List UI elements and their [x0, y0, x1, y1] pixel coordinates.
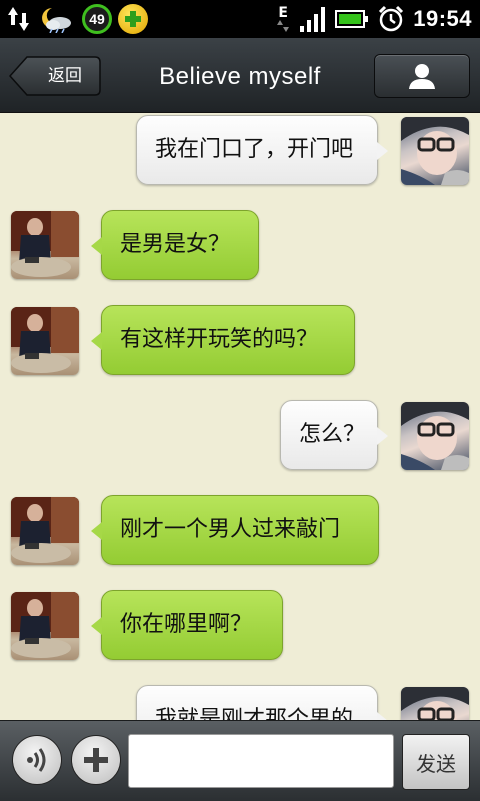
bubble-tail	[91, 617, 102, 635]
bubble-tail	[91, 522, 102, 540]
message-text: 是男是女？	[120, 232, 231, 257]
message-text: 有这样开玩笑的吗？	[120, 327, 319, 352]
message-bubble-incoming[interactable]: 有这样开玩笑的吗？	[91, 305, 355, 375]
man-avatar-icon	[11, 307, 79, 373]
person-icon	[409, 64, 435, 89]
girl-avatar-icon	[401, 687, 469, 720]
bubble-tail	[91, 332, 102, 350]
girl-avatar-icon	[401, 402, 469, 470]
plus-app-icon	[118, 4, 148, 34]
message-bubble-outgoing[interactable]: 我在门口了，开门吧	[136, 115, 388, 185]
add-button[interactable]	[71, 735, 121, 785]
bubble-tail	[377, 142, 388, 160]
message-input[interactable]	[128, 734, 394, 788]
avatar-self[interactable]	[401, 402, 469, 470]
network-type: E	[275, 6, 291, 32]
battery-icon	[335, 10, 369, 28]
status-bar: 49 E 19:54	[0, 0, 480, 38]
message-list[interactable]: 我在门口了，开门吧 是男是女？ 有这样开玩笑的吗？ 怎么？ 刚才一个男人过来敲门…	[0, 112, 480, 720]
back-button[interactable]: 返回	[9, 56, 101, 96]
send-label: 发送	[416, 751, 456, 776]
message-text: 刚才一个男人过来敲门	[120, 517, 341, 542]
chat-header: 返回 Believe myself	[0, 38, 480, 113]
message-bubble-incoming[interactable]: 是男是女？	[91, 210, 259, 280]
profile-button[interactable]	[374, 54, 470, 98]
data-transfer-icon	[6, 5, 32, 33]
man-avatar-icon	[11, 497, 79, 563]
signal-icon	[300, 7, 326, 32]
girl-avatar-icon	[401, 117, 469, 185]
message-text: 怎么？	[299, 422, 366, 447]
avatar-self[interactable]	[401, 117, 469, 185]
voice-icon	[27, 748, 46, 772]
message-bubble-outgoing[interactable]: 我就是刚才那个男的	[136, 685, 388, 721]
bubble-tail	[377, 712, 388, 720]
network-arrows-icon	[277, 20, 290, 32]
back-label: 返回	[48, 66, 82, 86]
send-button[interactable]: 发送	[402, 734, 470, 790]
man-avatar-icon	[11, 211, 79, 277]
battery-saver-icon: 49	[82, 4, 112, 34]
bubble-tail	[91, 237, 102, 255]
avatar-contact[interactable]	[11, 211, 79, 279]
message-text: 我在门口了，开门吧	[155, 137, 354, 162]
voice-button[interactable]	[12, 735, 62, 785]
weather-icon	[38, 5, 76, 34]
message-bubble-incoming[interactable]: 刚才一个男人过来敲门	[91, 495, 379, 565]
message-text: 你在哪里啊？	[120, 612, 253, 637]
avatar-contact[interactable]	[11, 592, 79, 660]
avatar-contact[interactable]	[11, 497, 79, 565]
clock-time: 19:54	[413, 6, 472, 31]
page-title: Believe myself	[159, 63, 321, 90]
message-text: 我就是刚才那个男的	[155, 707, 354, 721]
alarm-icon	[379, 5, 404, 32]
avatar-self[interactable]	[401, 687, 469, 720]
avatar-contact[interactable]	[11, 307, 79, 375]
message-bubble-outgoing[interactable]: 怎么？	[280, 400, 388, 470]
man-avatar-icon	[11, 592, 79, 658]
input-bar: 发送	[0, 720, 480, 801]
plus-icon	[84, 748, 108, 772]
message-bubble-incoming[interactable]: 你在哪里啊？	[91, 590, 283, 660]
bubble-tail	[377, 427, 388, 445]
badge-number: 49	[89, 11, 105, 27]
